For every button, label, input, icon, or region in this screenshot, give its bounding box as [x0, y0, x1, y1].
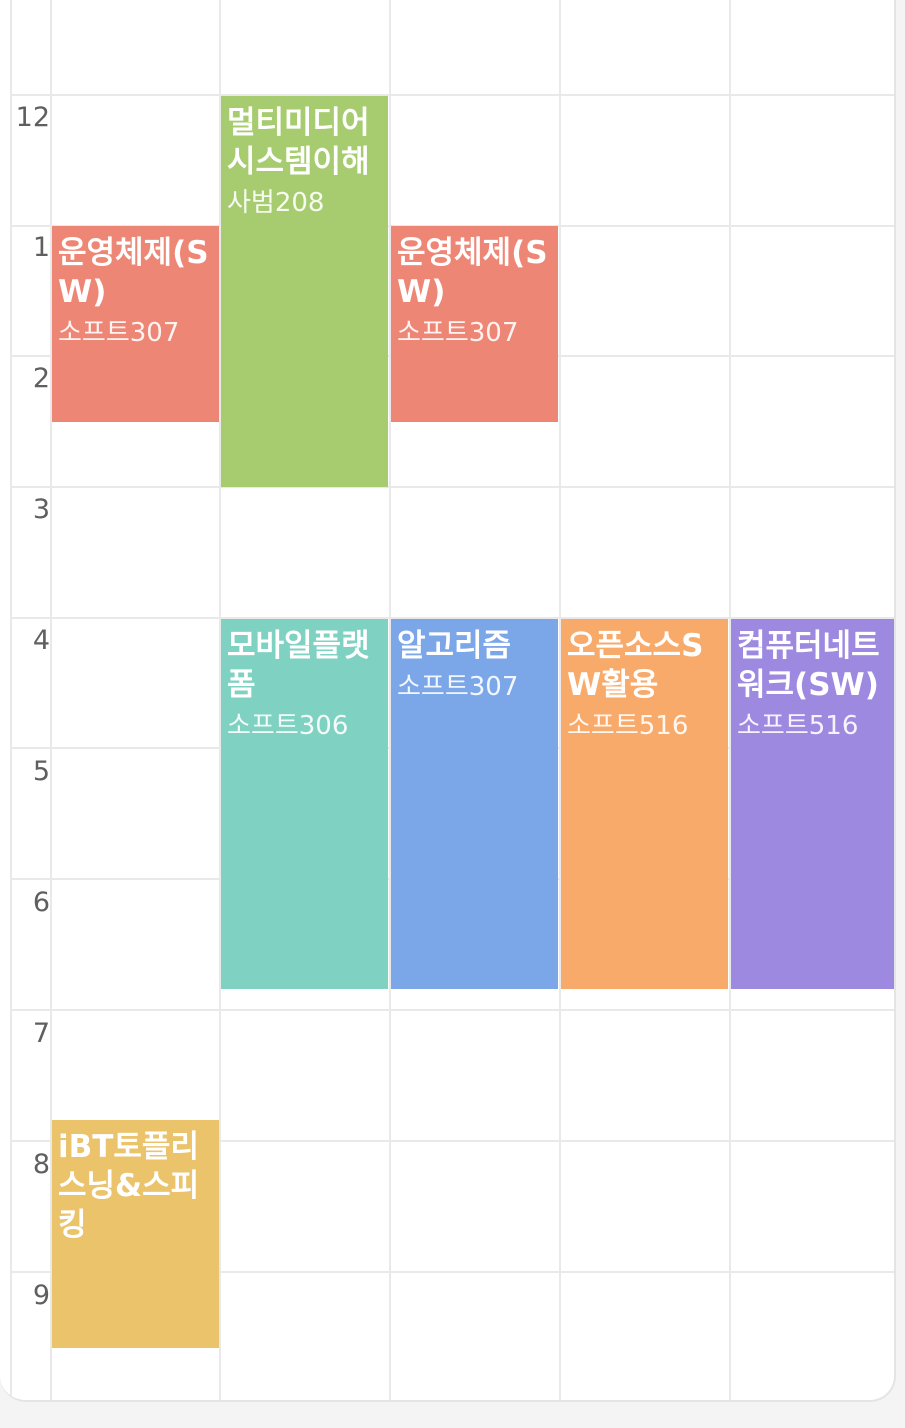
grid-line [10, 94, 894, 96]
hour-label-5: 5 [32, 756, 50, 787]
hour-label-12: 12 [15, 102, 50, 133]
hour-label-2: 2 [32, 363, 50, 394]
grid-line [10, 0, 12, 1400]
hour-label-6: 6 [32, 887, 50, 918]
grid-line [10, 486, 894, 488]
course-room: 소프트306 [227, 711, 349, 741]
course-title: 컴퓨터네트워크(SW) [737, 628, 880, 703]
course-block-ibt-toefl[interactable]: iBT토플리스닝&스피킹 [52, 1120, 219, 1348]
course-block-operating-systems-wed[interactable]: 운영체제(SW) 소프트307 [391, 226, 558, 422]
course-block-computer-networks[interactable]: 컴퓨터네트워크(SW) 소프트516 [731, 619, 894, 989]
course-title: 운영체제(SW) [397, 235, 548, 310]
course-room: 소프트516 [567, 711, 689, 741]
hour-label-8: 8 [32, 1149, 50, 1180]
timetable-grid: 12 1 2 3 4 5 6 7 8 9 운영체제(SW) 소프트307 멀티미… [0, 0, 896, 1402]
course-block-open-source-sw[interactable]: 오픈소스SW활용 소프트516 [561, 619, 728, 989]
course-title: 알고리즘 [397, 628, 512, 664]
hour-label-1: 1 [32, 232, 50, 263]
course-title: 운영체제(SW) [58, 235, 209, 310]
course-room: 사범208 [227, 188, 325, 218]
course-title: 오픈소스SW활용 [567, 628, 704, 703]
course-room: 소프트516 [737, 711, 859, 741]
hour-label-7: 7 [32, 1018, 50, 1049]
course-room: 소프트307 [397, 318, 519, 348]
hour-label-9: 9 [32, 1280, 50, 1311]
course-title: iBT토플리스닝&스피킹 [58, 1129, 200, 1243]
hour-label-3: 3 [32, 494, 50, 525]
course-block-mobile-platform[interactable]: 모바일플랫폼 소프트306 [221, 619, 388, 989]
course-room: 소프트307 [397, 672, 519, 702]
course-block-multimedia-systems[interactable]: 멀티미디어시스템이해 사범208 [221, 96, 388, 487]
course-title: 멀티미디어시스템이해 [227, 105, 370, 180]
course-title: 모바일플랫폼 [227, 628, 370, 703]
course-block-algorithms[interactable]: 알고리즘 소프트307 [391, 619, 558, 989]
grid-line [10, 1009, 894, 1011]
hour-label-4: 4 [32, 625, 50, 656]
course-room: 소프트307 [58, 318, 180, 348]
course-block-operating-systems-mon[interactable]: 운영체제(SW) 소프트307 [52, 226, 219, 422]
